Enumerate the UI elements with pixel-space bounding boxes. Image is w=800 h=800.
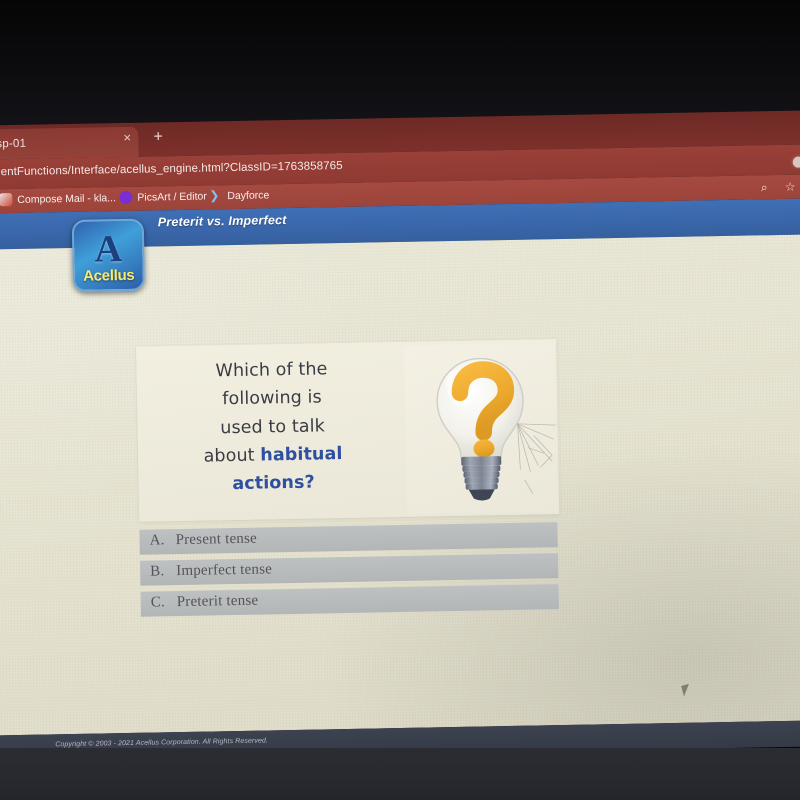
answer-b-letter: B. bbox=[150, 563, 165, 580]
new-tab-icon[interactable]: + bbox=[150, 128, 166, 145]
answer-b-text: Imperfect tense bbox=[176, 561, 273, 580]
bookmark-star-icon[interactable]: ☆ bbox=[783, 180, 797, 194]
screenshot-root: sp-01 × + n/StudentFunctions/Interface/a… bbox=[0, 0, 800, 800]
acellus-logo-letter: A bbox=[94, 228, 123, 271]
profile-avatar-icon[interactable] bbox=[792, 156, 800, 168]
windows-taskbar: 24 bbox=[0, 748, 800, 800]
answer-c-text: Preterit tense bbox=[176, 592, 259, 611]
question-line-3: used to talk bbox=[220, 416, 326, 438]
answer-c-letter: C. bbox=[150, 594, 166, 611]
monitor-screen: sp-01 × + n/StudentFunctions/Interface/a… bbox=[0, 109, 800, 776]
bookmark-picsart[interactable]: PicsArt / Editor bbox=[137, 190, 207, 203]
bookmark-compose-mail[interactable]: Compose Mail - kla... bbox=[17, 192, 116, 206]
lightbulb-question-mark-icon bbox=[404, 343, 558, 514]
tab-close-icon[interactable]: × bbox=[120, 130, 134, 145]
question-line-5-highlight: actions? bbox=[232, 472, 315, 495]
answer-a-letter: A. bbox=[149, 532, 165, 549]
question-card: Which of the following is used to talk a… bbox=[136, 339, 560, 522]
question-line-4-plain: about bbox=[203, 445, 261, 467]
question-line-1: Which of the bbox=[215, 359, 328, 382]
bookmark-dayforce[interactable]: Dayforce bbox=[227, 189, 269, 202]
lesson-title: Preterit vs. Imperfect bbox=[157, 213, 287, 230]
question-text: Which of the following is used to talk a… bbox=[146, 354, 399, 500]
tab-title: sp-01 bbox=[0, 137, 27, 151]
picsart-icon bbox=[119, 190, 133, 205]
gmail-icon bbox=[0, 193, 13, 207]
question-line-4-highlight: habitual bbox=[260, 444, 343, 466]
answer-option-c[interactable]: C. Preterit tense bbox=[140, 584, 559, 617]
acellus-logo[interactable]: A Acellus bbox=[71, 218, 146, 292]
answer-a-text: Present tense bbox=[175, 530, 258, 549]
acellus-logo-text: Acellus bbox=[82, 266, 135, 285]
search-icon[interactable]: ⌕ bbox=[757, 180, 771, 194]
lesson-page-body: Which of the following is used to talk a… bbox=[0, 233, 800, 736]
answer-option-a[interactable]: A. Present tense bbox=[139, 522, 558, 555]
browser-tab[interactable]: sp-01 bbox=[0, 126, 139, 160]
answer-option-b[interactable]: B. Imperfect tense bbox=[139, 553, 559, 586]
question-line-2: following is bbox=[222, 387, 322, 410]
copyright-text: Copyright © 2003 - 2021 Acellus Corporat… bbox=[55, 737, 269, 749]
dayforce-icon: ❯ bbox=[209, 188, 220, 203]
mouse-cursor bbox=[681, 683, 692, 697]
address-bar-url: n/StudentFunctions/Interface/acellus_eng… bbox=[0, 159, 343, 179]
